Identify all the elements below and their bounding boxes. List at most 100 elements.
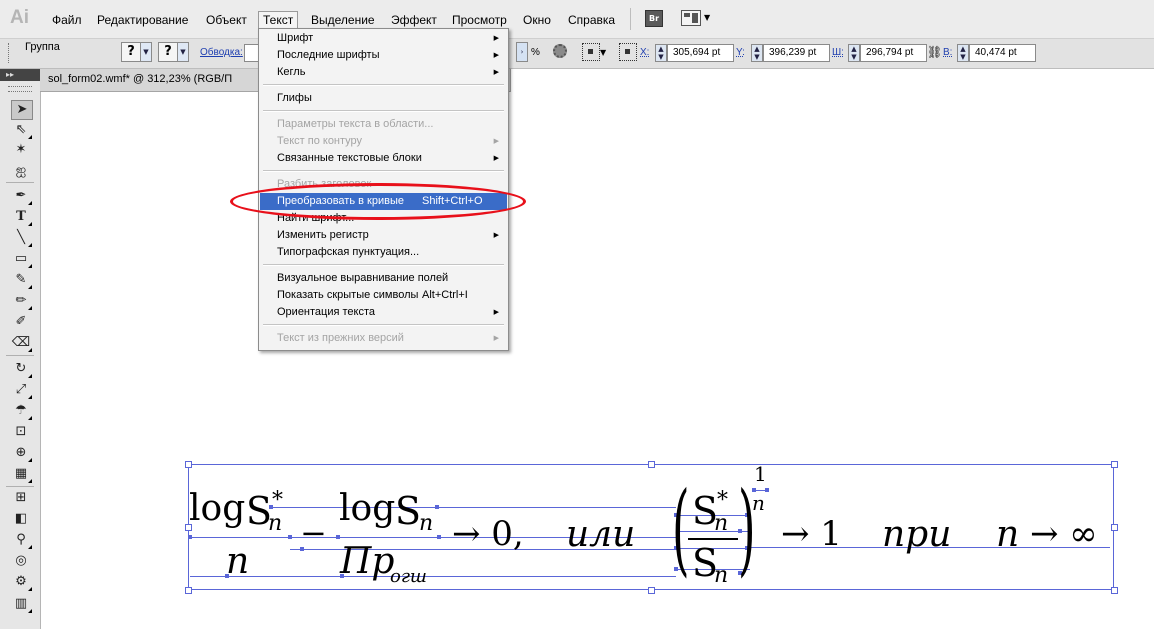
- formula-S-2: S: [395, 489, 422, 533]
- selection-tool-icon[interactable]: ➤: [11, 100, 33, 120]
- anchor-point[interactable]: [288, 535, 292, 539]
- line-tool-icon[interactable]: ╲: [11, 229, 32, 247]
- stroke-label[interactable]: Обводка:: [200, 47, 243, 58]
- lasso-tool-icon[interactable]: ஐ: [11, 162, 31, 180]
- selection-bounding-box[interactable]: [188, 464, 1114, 590]
- direct-selection-tool-icon[interactable]: ⇖: [11, 121, 32, 139]
- tools-divider: [6, 355, 34, 356]
- menu-item-create-outlines[interactable]: Преобразовать в кривые Shift+Ctrl+O: [260, 193, 507, 210]
- bridge-icon[interactable]: Br: [645, 10, 663, 27]
- workspace-icon[interactable]: [681, 10, 701, 26]
- width-field[interactable]: 296,794 pt: [860, 44, 927, 62]
- magic-wand-tool-icon[interactable]: ✶: [11, 141, 31, 159]
- fill-swatch-button[interactable]: ?: [121, 42, 141, 62]
- x-field[interactable]: 305,694 pt: [667, 44, 734, 62]
- constrain-proportions-icon[interactable]: ⛓: [927, 45, 942, 59]
- menu-item-legacy-text: Текст из прежних версий ▶: [260, 330, 507, 347]
- blob-brush-tool-icon[interactable]: ✐: [11, 313, 31, 331]
- align-dropdown-icon[interactable]: ▼: [600, 48, 606, 57]
- menu-window[interactable]: Окно: [519, 12, 555, 28]
- control-bar-grip[interactable]: [8, 43, 12, 63]
- menu-item-find-font[interactable]: Найти шрифт...: [260, 210, 507, 227]
- warp-tool-icon[interactable]: ☂: [11, 402, 32, 420]
- opacity-percent-label: %: [531, 47, 540, 58]
- gradient-tool-icon[interactable]: ◧: [11, 510, 31, 528]
- height-spinner[interactable]: ▲ ▼: [957, 44, 969, 62]
- selection-handle-right[interactable]: [1111, 524, 1118, 531]
- perspective-grid-tool-icon[interactable]: ▦: [11, 465, 32, 483]
- free-transform-tool-icon[interactable]: ⊡: [11, 423, 31, 441]
- stroke-swatch-button[interactable]: ?: [158, 42, 178, 62]
- symbol-sprayer-tool-icon[interactable]: ⚙: [11, 573, 32, 591]
- selection-handle-top-right[interactable]: [1111, 461, 1118, 468]
- workspace-dropdown-arrow-icon[interactable]: ▼: [704, 13, 710, 22]
- stroke-dropdown-icon[interactable]: ▼: [177, 42, 189, 62]
- submenu-arrow-icon: ▶: [493, 52, 499, 59]
- menu-item-change-case[interactable]: Изменить регистр ▶: [260, 227, 507, 244]
- eraser-tool-icon[interactable]: ⌫: [11, 334, 32, 352]
- reference-point-icon[interactable]: [619, 43, 637, 61]
- menu-edit[interactable]: Редактирование: [93, 12, 192, 28]
- opacity-arrow-icon[interactable]: ›: [516, 42, 528, 62]
- tools-divider: [6, 182, 34, 183]
- selection-handle-top-left[interactable]: [185, 461, 192, 468]
- formula-or: или: [566, 514, 636, 555]
- anchor-point[interactable]: [188, 535, 192, 539]
- scale-tool-icon[interactable]: ⤢: [11, 381, 32, 399]
- formula-denominator-sub: огш: [390, 566, 427, 587]
- type-tool-icon[interactable]: T: [11, 208, 32, 226]
- menu-type[interactable]: Текст: [258, 11, 299, 29]
- mesh-tool-icon[interactable]: ⊞: [11, 489, 31, 507]
- menu-help[interactable]: Справка: [564, 12, 619, 28]
- menu-item-optical-margin[interactable]: Визуальное выравнивание полей: [260, 270, 507, 287]
- formula-exponent-den: n: [752, 491, 765, 515]
- menu-item-threaded-text[interactable]: Связанные текстовые блоки ▶: [260, 150, 507, 167]
- selection-handle-bottom-right[interactable]: [1111, 587, 1118, 594]
- menu-item-size[interactable]: Кегль ▶: [260, 64, 507, 81]
- formula-n-sub-3: n: [714, 511, 729, 536]
- menu-item-smart-punctuation[interactable]: Типографская пунктуация...: [260, 244, 507, 261]
- rotate-tool-icon[interactable]: ↻: [11, 360, 32, 378]
- y-field[interactable]: 396,239 pt: [763, 44, 830, 62]
- tools-panel-header[interactable]: ▸▸: [0, 69, 40, 81]
- menu-item-type-orientation[interactable]: Ориентация текста ▶: [260, 304, 507, 321]
- fill-dropdown-icon[interactable]: ▼: [140, 42, 152, 62]
- formula-n-sub-2: n: [419, 511, 434, 536]
- anchor-point[interactable]: [765, 488, 769, 492]
- submenu-arrow-icon: ▶: [493, 335, 499, 342]
- align-to-icon[interactable]: [582, 43, 600, 61]
- recolor-icon[interactable]: [553, 44, 567, 58]
- anchor-point[interactable]: [435, 505, 439, 509]
- pencil-tool-icon[interactable]: ✏: [11, 292, 32, 310]
- selection-handle-bottom-left[interactable]: [185, 587, 192, 594]
- y-spinner[interactable]: ▲ ▼: [751, 44, 763, 62]
- menu-item-show-hidden-chars[interactable]: Показать скрытые символы Alt+Ctrl+I: [260, 287, 507, 304]
- menu-file[interactable]: Файл: [48, 12, 86, 28]
- menu-effect[interactable]: Эффект: [387, 12, 441, 28]
- pen-tool-icon[interactable]: ✒: [11, 187, 32, 205]
- menu-view[interactable]: Просмотр: [448, 12, 511, 28]
- eyedropper-tool-icon[interactable]: ⚲: [11, 531, 32, 549]
- menu-separator: [263, 84, 504, 86]
- paintbrush-tool-icon[interactable]: ✎: [11, 271, 32, 289]
- height-field[interactable]: 40,474 pt: [969, 44, 1036, 62]
- width-spinner[interactable]: ▲ ▼: [848, 44, 860, 62]
- selection-handle-top[interactable]: [648, 461, 655, 468]
- menu-select[interactable]: Выделение: [307, 12, 379, 28]
- shape-builder-tool-icon[interactable]: ⊕: [11, 444, 32, 462]
- menu-item-recent-fonts[interactable]: Последние шрифты ▶: [260, 47, 507, 64]
- column-graph-tool-icon[interactable]: ▥: [11, 595, 32, 613]
- rectangle-tool-icon[interactable]: ▭: [11, 250, 32, 268]
- anchor-point[interactable]: [437, 535, 441, 539]
- submenu-arrow-icon: ▶: [493, 138, 499, 145]
- blend-tool-icon[interactable]: ◎: [11, 552, 31, 570]
- selection-handle-bottom[interactable]: [648, 587, 655, 594]
- x-spinner[interactable]: ▲ ▼: [655, 44, 667, 62]
- menu-separator: [263, 324, 504, 326]
- anchor-point[interactable]: [336, 535, 340, 539]
- menu-item-font[interactable]: Шрифт ▶: [260, 30, 507, 47]
- formula-exponent-num: 1: [754, 462, 767, 486]
- tools-panel-grip[interactable]: [8, 86, 32, 92]
- menu-item-glyphs[interactable]: Глифы: [260, 90, 507, 107]
- menu-object[interactable]: Объект: [202, 12, 251, 28]
